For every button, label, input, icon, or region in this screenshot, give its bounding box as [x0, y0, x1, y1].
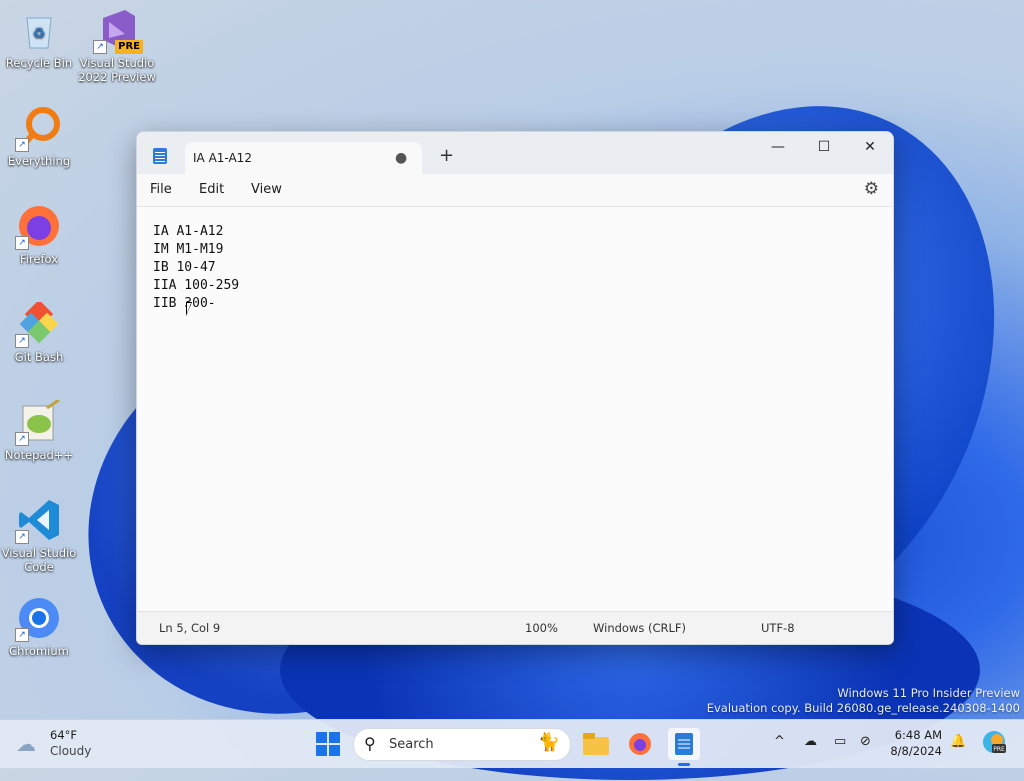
svg-text:PRE: PRE [993, 746, 1005, 753]
desktop-icon-vscode[interactable]: ↗ Visual Studio Code [0, 498, 78, 574]
maximize-button[interactable]: ☐ [801, 132, 847, 162]
display-icon[interactable]: ▭ [834, 734, 846, 749]
desktop-icon-notepad-plus-plus[interactable]: ↗ Notepad++ [0, 398, 78, 462]
search-highlight-cat-icon: 🐈 [537, 732, 560, 753]
svg-text:♻: ♻ [33, 26, 46, 42]
visual-studio-icon: PRE ↗ [93, 8, 143, 54]
minimize-button[interactable]: — [755, 132, 801, 162]
desktop-icon-visual-studio[interactable]: PRE ↗ Visual Studio 2022 Preview [78, 8, 156, 84]
active-indicator [678, 763, 690, 766]
desktop-icon-label: Recycle Bin [5, 56, 73, 70]
menu-bar: File Edit View ⚙ [137, 174, 893, 206]
preview-badge: PRE [115, 40, 143, 54]
firefox-icon: ↗ [15, 204, 61, 250]
network-icon[interactable]: ⊘ [860, 734, 871, 749]
new-tab-button[interactable]: + [439, 147, 454, 165]
everything-search-icon: ↗ [15, 106, 61, 152]
shortcut-arrow-icon: ↗ [15, 334, 29, 348]
shortcut-arrow-icon: ↗ [15, 432, 29, 446]
clock-date: 8/8/2024 [890, 744, 942, 758]
status-bar: Ln 5, Col 9 100% Windows (CRLF) UTF-8 [137, 611, 893, 644]
notepad-window[interactable]: IA A1-A12 ● + — ☐ ✕ File Edit View ⚙ IA … [136, 131, 894, 645]
search-label: Search [389, 737, 434, 752]
desktop-icon-label: Visual Studio 2022 Preview [78, 56, 156, 84]
text-line: IIA 100-259 [153, 278, 240, 293]
weather-temp: 64°F [50, 728, 77, 742]
close-button[interactable]: ✕ [847, 132, 893, 162]
clock-time: 6:48 AM [894, 728, 942, 742]
notepad-app-icon [153, 148, 167, 164]
mouse-pointer-icon [186, 302, 198, 316]
firefox-taskbar-button[interactable] [624, 728, 656, 760]
desktop-icon-label: Visual Studio Code [1, 546, 77, 574]
weather-condition: Cloudy [50, 744, 92, 758]
desktop-icon-label: Git Bash [14, 350, 64, 364]
search-icon: ⚲ [364, 734, 376, 753]
recycle-bin-icon: ♻ [17, 8, 61, 52]
title-bar[interactable]: IA A1-A12 ● + — ☐ ✕ [137, 132, 893, 174]
shortcut-arrow-icon: ↗ [15, 628, 29, 642]
shortcut-arrow-icon: ↗ [15, 236, 29, 250]
text-line: IA A1-A12 [153, 224, 224, 239]
settings-gear-icon[interactable]: ⚙ [864, 179, 879, 199]
watermark-line: Evaluation copy. Build 26080.ge_release.… [706, 701, 1020, 715]
tab-title: IA A1-A12 [193, 151, 252, 165]
start-button[interactable] [312, 728, 344, 760]
folder-icon [583, 733, 609, 755]
menu-edit[interactable]: Edit [199, 182, 224, 197]
chevron-up-icon[interactable]: ^ [774, 734, 785, 749]
desktop-icon-recycle-bin[interactable]: ♻ Recycle Bin [0, 8, 78, 70]
menu-file[interactable]: File [150, 182, 172, 197]
encoding: UTF-8 [761, 621, 795, 635]
copilot-icon[interactable]: PRE [982, 730, 1006, 758]
windows-watermark: Windows 11 Pro Insider Preview Evaluatio… [707, 686, 1020, 716]
text-line: IM M1-M19 [153, 242, 224, 257]
desktop-icon-label: Everything [7, 154, 71, 168]
firefox-icon [629, 733, 651, 755]
shortcut-arrow-icon: ↗ [15, 530, 29, 544]
git-bash-icon: ↗ [15, 299, 61, 348]
zoom-level: 100% [525, 621, 558, 635]
menu-view[interactable]: View [251, 182, 282, 197]
notepad-icon [675, 733, 693, 755]
vscode-icon: ↗ [15, 498, 61, 544]
taskbar-search[interactable]: ⚲ Search 🐈 [353, 728, 571, 761]
notepad-plus-plus-icon: ↗ [15, 398, 61, 446]
chromium-icon: ↗ [15, 596, 61, 642]
watermark-line: Windows 11 Pro Insider Preview [837, 686, 1020, 700]
desktop-icon-everything[interactable]: ↗ Everything [0, 106, 78, 168]
shortcut-arrow-icon: ↗ [93, 40, 107, 54]
file-explorer-button[interactable] [580, 728, 612, 760]
desktop-icon-firefox[interactable]: ↗ Firefox [0, 204, 78, 266]
taskbar: ☁ 64°F Cloudy ⚲ Search 🐈 ^ ☁ ▭ ⊘ 6:48 AM… [0, 719, 1024, 768]
text-line: IB 10-47 [153, 260, 216, 275]
text-line: IIB 300- [153, 296, 216, 311]
cursor-position: Ln 5, Col 9 [159, 621, 221, 635]
tab-document[interactable]: IA A1-A12 ● [185, 142, 422, 174]
line-ending: Windows (CRLF) [593, 621, 687, 635]
notification-bell-icon[interactable]: 🔔 [950, 734, 966, 749]
onedrive-icon[interactable]: ☁ [804, 734, 817, 749]
notepad-taskbar-button[interactable] [668, 728, 700, 766]
windows-logo-icon [316, 732, 340, 756]
desktop-icon-label: Chromium [9, 644, 69, 658]
desktop-icon-label: Firefox [19, 252, 59, 266]
desktop-icon-chromium[interactable]: ↗ Chromium [0, 596, 78, 658]
desktop-icon-label: Notepad++ [4, 448, 74, 462]
desktop-icon-git-bash[interactable]: ↗ Git Bash [0, 299, 78, 364]
unsaved-dot-icon[interactable]: ● [395, 150, 407, 166]
cloud-icon: ☁ [16, 732, 36, 756]
shortcut-arrow-icon: ↗ [15, 138, 29, 152]
text-editor[interactable]: IA A1-A12 IM M1-M19 IB 10-47 IIA 100-259… [137, 206, 893, 611]
clock[interactable]: 6:48 AM 8/8/2024 [890, 727, 942, 759]
